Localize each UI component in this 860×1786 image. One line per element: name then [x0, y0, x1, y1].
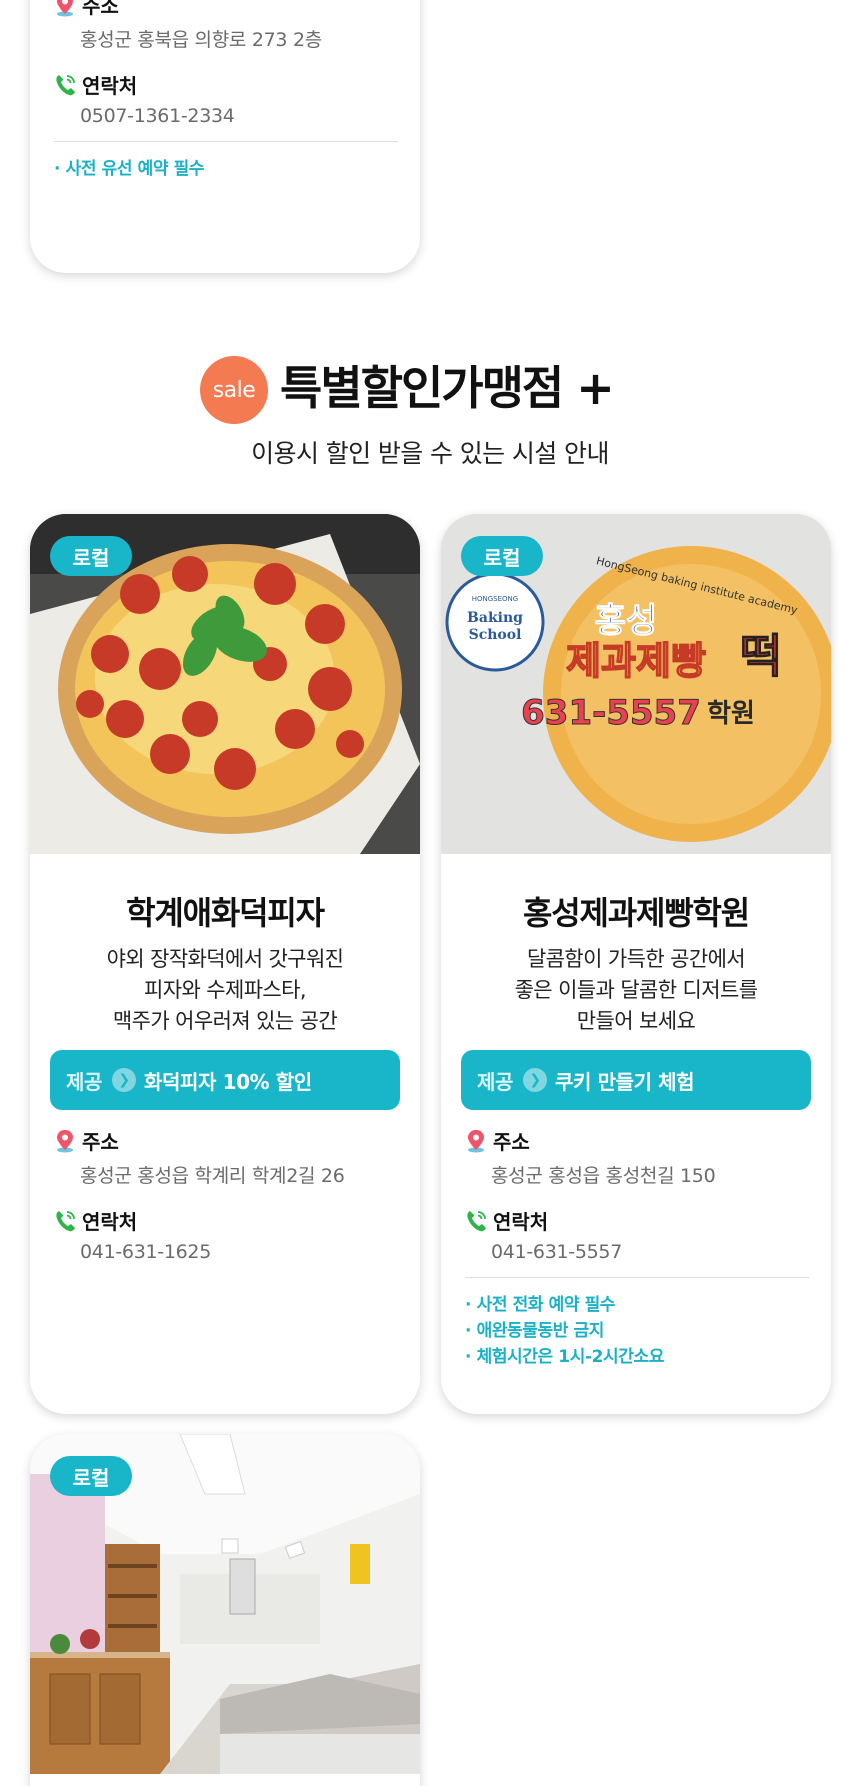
location-pin-icon — [468, 1129, 484, 1152]
divider — [54, 141, 398, 142]
location-pin-icon — [57, 1129, 73, 1152]
address-value: 홍성군 홍북읍 의향로 273 2층 — [80, 29, 322, 51]
logo-text-1: Baking — [467, 610, 523, 626]
address-label: 주소 — [493, 1130, 530, 1154]
local-tag: 로컬 — [50, 536, 132, 576]
benefit-text: 쿠키 만들기 체험 — [555, 1069, 695, 1094]
sign-phone: 631-5557 — [521, 693, 701, 733]
shop-name: 홍성제과제빵학원 — [523, 894, 750, 932]
facility-card-pizza[interactable]: 로컬 학계애화덕피자 야외 장작화덕에서 갓구워진 피자와 수제파스타, 맥주가… — [30, 514, 420, 1414]
phone-value[interactable]: 0507-1361-2334 — [80, 105, 398, 127]
facility-card-previous: 주소 홍성군 홍북읍 의향로 273 2층 연락처 0507-1361-2334… — [30, 0, 420, 273]
address-label: 주소 — [82, 1130, 119, 1154]
sign-line-2: 제과제빵 — [566, 639, 706, 683]
benefit-label: 제공 — [477, 1069, 513, 1094]
bakery-sign-photo: HONGSEONG Baking School HongSeong baking… — [441, 514, 831, 854]
benefit-text: 화덕피자 10% 할인 — [144, 1069, 312, 1094]
sign-line-2-accent: 떡 — [740, 629, 782, 683]
shop-name: 학계애화덕피자 — [126, 894, 325, 932]
logo-text-2: School — [469, 627, 522, 643]
phone-value[interactable]: 041-631-1625 — [80, 1241, 398, 1263]
shop-description: 달콤함이 가득한 공간에서 좋은 이들과 달콤한 디저트를 만들어 보세요 — [514, 947, 758, 1033]
benefit-banner[interactable]: 제공 ❯ 쿠키 만들기 체험 — [461, 1050, 811, 1110]
address-block: 주소 홍성군 홍성읍 홍성천길 150 — [441, 1126, 831, 1188]
address-label: 주소 — [82, 0, 119, 18]
note-item: · 사전 유선 예약 필수 — [54, 159, 205, 179]
contact-label: 연락처 — [82, 1210, 138, 1234]
notes-list: · 사전 유선 예약 필수 — [30, 156, 420, 182]
address-value: 홍성군 홍성읍 홍성천길 150 — [491, 1165, 716, 1187]
chevron-right-icon: ❯ — [112, 1068, 136, 1092]
contact-block: 연락처 041-631-5557 — [441, 1206, 831, 1263]
contact-label: 연락처 — [493, 1210, 549, 1234]
benefit-banner[interactable]: 제공 ❯ 화덕피자 10% 할인 — [50, 1050, 400, 1110]
facility-card-classroom[interactable]: 로컬 — [30, 1434, 420, 1786]
phone-value[interactable]: 041-631-5557 — [491, 1241, 809, 1263]
divider — [465, 1277, 809, 1278]
address-block: 주소 홍성군 홍성읍 학계리 학계2길 26 — [30, 1126, 420, 1188]
local-tag: 로컬 — [461, 536, 543, 576]
shop-description: 야외 장작화덕에서 갓구워진 피자와 수제파스타, 맥주가 어우러져 있는 공간 — [106, 947, 344, 1033]
note-item: · 사전 전화 예약 필수 — [465, 1295, 616, 1315]
local-tag: 로컬 — [50, 1456, 132, 1496]
phone-icon — [56, 1210, 75, 1231]
section-subtitle: 이용시 할인 받을 수 있는 시설 안내 — [251, 439, 609, 468]
phone-icon — [467, 1210, 486, 1231]
sign-suffix: 학원 — [707, 699, 755, 729]
location-pin-icon — [57, 0, 73, 16]
sign-line-1: 홍성 — [595, 601, 658, 641]
address-block: 주소 홍성군 홍북읍 의향로 273 2층 — [30, 0, 420, 52]
note-item: · 애완동물동반 금지 — [465, 1321, 605, 1341]
contact-label: 연락처 — [82, 74, 138, 98]
pizza-photo: 로컬 — [30, 514, 420, 854]
benefit-label: 제공 — [66, 1069, 102, 1094]
classroom-photo: 로컬 — [30, 1434, 420, 1774]
contact-block: 연락처 0507-1361-2334 — [30, 70, 420, 127]
sale-badge: sale — [200, 356, 268, 424]
chevron-right-icon: ❯ — [523, 1068, 547, 1092]
logo-small-text: HONGSEONG — [472, 595, 518, 603]
section-title: 특별할인가맹점 + — [280, 361, 615, 415]
address-value: 홍성군 홍성읍 학계리 학계2길 26 — [80, 1165, 345, 1187]
phone-icon — [56, 74, 75, 95]
contact-block: 연락처 041-631-1625 — [30, 1206, 420, 1263]
note-item: · 체험시간은 1시-2시간소요 — [465, 1347, 665, 1367]
notes-list: · 사전 전화 예약 필수 · 애완동물동반 금지 · 체험시간은 1시-2시간… — [441, 1292, 831, 1370]
facility-card-bakery[interactable]: HONGSEONG Baking School HongSeong baking… — [441, 514, 831, 1414]
